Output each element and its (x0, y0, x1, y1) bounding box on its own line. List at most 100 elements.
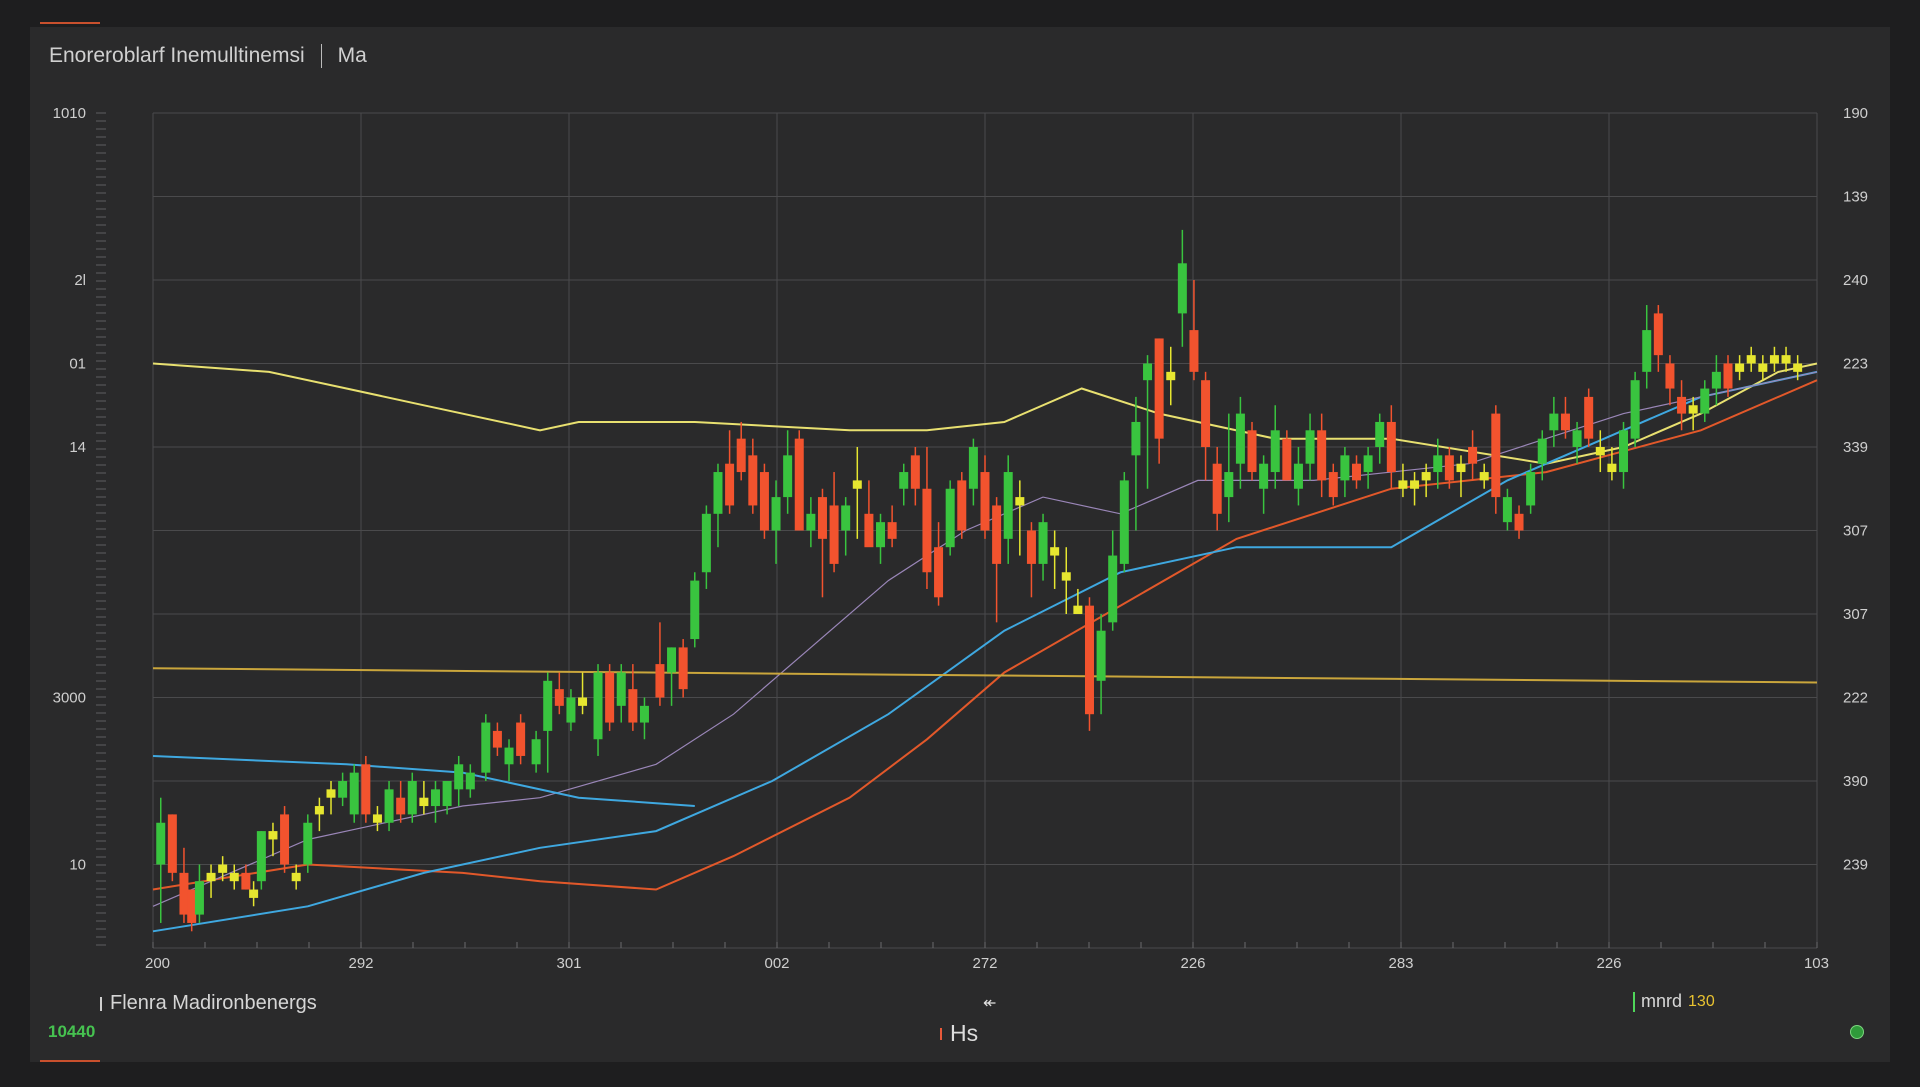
footer-legend[interactable]: Flenra Madironbenergs (100, 992, 317, 1015)
candle-body (1166, 371, 1176, 381)
candle (280, 806, 290, 873)
candle-body (531, 739, 541, 765)
candle-body (1468, 447, 1478, 464)
candle-body (229, 872, 239, 882)
volume-marker (1633, 991, 1635, 1012)
candle (1096, 614, 1106, 715)
candle (1270, 405, 1280, 489)
candle-body (372, 814, 382, 823)
candle (1038, 513, 1048, 581)
candle (817, 488, 827, 598)
candle (1201, 371, 1211, 481)
candle-body (829, 505, 839, 564)
candle-body (1015, 497, 1025, 506)
candle (179, 847, 189, 923)
candle (442, 781, 452, 815)
candle (1514, 505, 1524, 539)
candle-body (1421, 472, 1431, 481)
candle-body (945, 488, 955, 548)
candle (241, 864, 251, 890)
candle-body (361, 764, 371, 815)
footer-volume[interactable]: mnrd 130 (1633, 991, 1715, 1012)
candle (1131, 396, 1141, 531)
candle-body (1270, 430, 1280, 473)
candle (1212, 447, 1222, 531)
candle (876, 513, 886, 564)
candle-body (1700, 388, 1710, 414)
candle (1375, 413, 1385, 464)
candle (1189, 280, 1199, 381)
candle (1584, 388, 1594, 447)
candle (1468, 430, 1478, 481)
candle-body (616, 672, 626, 706)
left-tick-label: 2l (74, 272, 86, 289)
candle-body (748, 455, 758, 506)
candle-body (759, 472, 769, 531)
footer-center-label: Hs (950, 1020, 979, 1046)
candle-body (1235, 413, 1245, 464)
footer-code: 10440 (48, 1022, 96, 1041)
candle (1410, 472, 1420, 506)
right-tick-label: 223 (1843, 356, 1868, 373)
candle-body (384, 789, 394, 823)
candle-body (1642, 330, 1652, 372)
right-tick-label: 307 (1843, 523, 1868, 540)
candle-body (326, 789, 336, 798)
candle (992, 497, 1002, 623)
candle-body (454, 764, 464, 790)
candle-body (1154, 338, 1164, 439)
candle (372, 806, 382, 832)
right-tick-label: 240 (1843, 272, 1868, 289)
candle (1143, 355, 1153, 489)
candle (1595, 430, 1605, 473)
candle-body (291, 872, 301, 882)
candle (887, 505, 897, 548)
candle (957, 472, 967, 539)
candle (1293, 447, 1303, 506)
candle-body (516, 722, 526, 756)
candle-body (1781, 355, 1791, 364)
candle-body (1479, 472, 1489, 481)
candle-body (1224, 472, 1234, 498)
candle-body (407, 781, 417, 815)
x-tick-label: 301 (556, 955, 581, 972)
candle-body (605, 672, 615, 723)
x-tick-label: 283 (1388, 955, 1413, 972)
center-tick (940, 1027, 942, 1040)
candle (1479, 463, 1489, 489)
candle-body (771, 497, 781, 531)
scroll-arrow-icon[interactable]: ↞ (983, 993, 996, 1013)
candle-body (1746, 355, 1756, 364)
candle (419, 781, 429, 815)
candle-body (1119, 480, 1129, 564)
candle (1166, 346, 1176, 406)
candle-body (1723, 363, 1733, 389)
candle (504, 739, 514, 781)
candles-layer (156, 229, 1803, 932)
x-tick-label: 103 (1804, 955, 1829, 972)
candle-body (543, 680, 553, 731)
candle (748, 438, 758, 514)
candle-body (713, 472, 723, 514)
candle-body (187, 889, 197, 923)
candle-body (430, 789, 440, 807)
candle-body (218, 864, 228, 873)
candle (639, 697, 649, 740)
candle-body (1177, 263, 1187, 314)
candle-body (280, 814, 290, 865)
candle-body (1317, 430, 1327, 481)
candlestick-chart[interactable]: 1010 2l 01 14 3000 10 190 139 240 223 339 307 307 22… (0, 0, 1920, 1087)
candle (256, 831, 266, 890)
candle (1177, 229, 1187, 347)
candle-body (1003, 472, 1013, 539)
candle-body (1758, 363, 1768, 372)
right-tick-label: 139 (1843, 189, 1868, 206)
candle (430, 781, 440, 823)
footer-center-control[interactable]: Hs (940, 1020, 978, 1047)
candle-body (1305, 430, 1315, 464)
x-tick-label: 272 (972, 955, 997, 972)
candle (1050, 530, 1060, 589)
candle-body (1212, 463, 1222, 514)
candle (864, 480, 874, 548)
candle-body (593, 672, 603, 740)
